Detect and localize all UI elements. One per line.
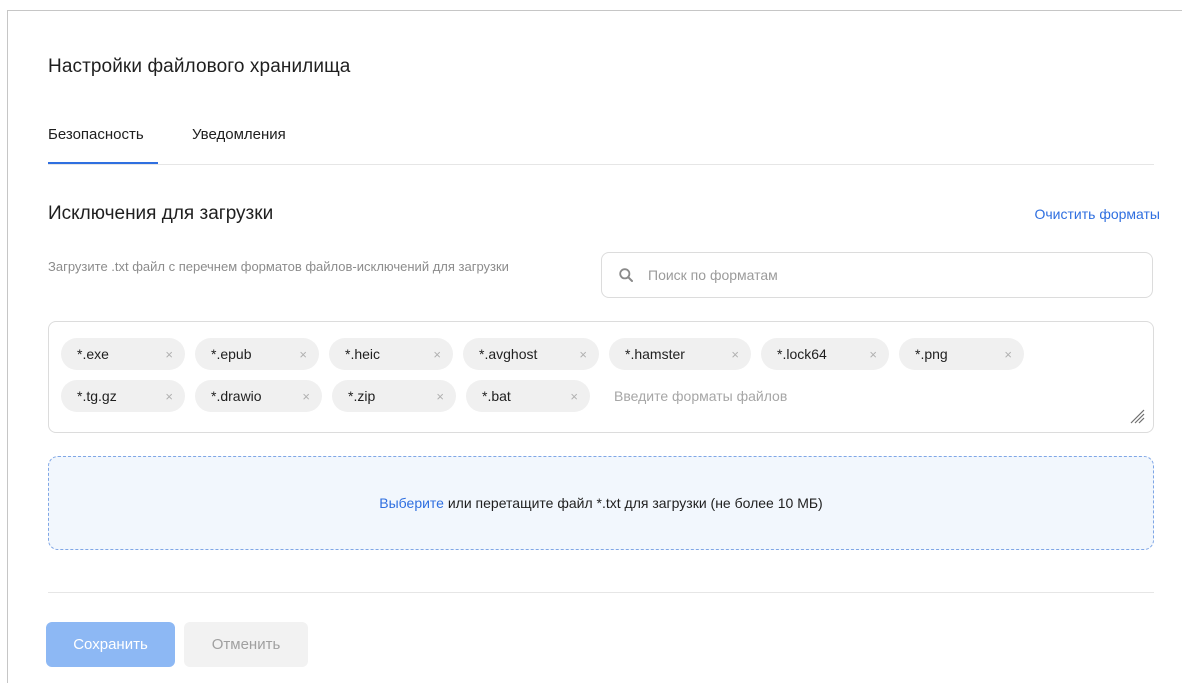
resize-handle-icon[interactable] [1127,406,1145,424]
search-input[interactable] [648,253,1128,297]
tag-label: *.zip [348,388,376,404]
tag-label: *.png [915,346,948,362]
tag-label: *.exe [77,346,109,362]
remove-tag-icon[interactable]: × [433,348,441,361]
remove-tag-icon[interactable]: × [436,390,444,403]
remove-tag-icon[interactable]: × [869,348,877,361]
tag-label: *.heic [345,346,381,362]
section-title: Исключения для загрузки [48,203,274,224]
remove-tag-icon[interactable]: × [165,390,173,403]
tag-label: *.bat [482,388,511,404]
format-tag: *.epub × [195,338,319,370]
format-tag: *.zip × [332,380,456,412]
remove-tag-icon[interactable]: × [299,348,307,361]
choose-file-link[interactable]: Выберите [379,495,444,511]
tag-label: *.hamster [625,346,685,362]
format-tag: *.png × [899,338,1024,370]
remove-tag-icon[interactable]: × [1004,348,1012,361]
remove-tag-icon[interactable]: × [302,390,310,403]
format-tag: *.bat × [466,380,590,412]
save-button[interactable]: Сохранить [46,622,175,667]
page-title: Настройки файлового хранилища [48,56,351,77]
remove-tag-icon[interactable]: × [165,348,173,361]
remove-tag-icon[interactable]: × [579,348,587,361]
tag-label: *.drawio [211,388,262,404]
format-tag: *.lock64 × [761,338,889,370]
format-search[interactable] [601,252,1153,298]
format-tag: *.drawio × [195,380,322,412]
remove-tag-icon[interactable]: × [570,390,578,403]
footer-divider [48,592,1154,593]
clear-formats-link[interactable]: Очистить форматы [1034,206,1160,222]
format-entry-input[interactable] [614,388,914,404]
upload-hint: Загрузите .txt файл с перечнем форматов … [48,259,509,274]
tab-security[interactable]: Безопасность [48,124,158,164]
format-tag: *.heic × [329,338,453,370]
tag-label: *.avghost [479,346,538,362]
file-dropzone[interactable]: Выберите или перетащите файл *.txt для з… [48,456,1154,550]
dropzone-text: или перетащите файл *.txt для загрузки (… [443,495,823,511]
search-icon [619,268,633,282]
tab-notifications[interactable]: Уведомления [192,124,286,163]
cancel-button[interactable]: Отменить [184,622,308,667]
tag-label: *.epub [211,346,252,362]
formats-tag-input[interactable]: *.exe × *.epub × *.heic × *.avghost × *.… [48,321,1154,433]
tag-row: *.exe × *.epub × *.heic × *.avghost × *.… [61,338,1024,370]
format-tag: *.avghost × [463,338,599,370]
tag-label: *.tg.gz [77,388,117,404]
tag-row: *.tg.gz × *.drawio × *.zip × *.bat × [61,380,914,412]
tab-bar: Безопасность Уведомления [48,124,1154,165]
format-tag: *.exe × [61,338,185,370]
remove-tag-icon[interactable]: × [731,348,739,361]
format-tag: *.tg.gz × [61,380,185,412]
tag-label: *.lock64 [777,346,827,362]
format-tag: *.hamster × [609,338,751,370]
